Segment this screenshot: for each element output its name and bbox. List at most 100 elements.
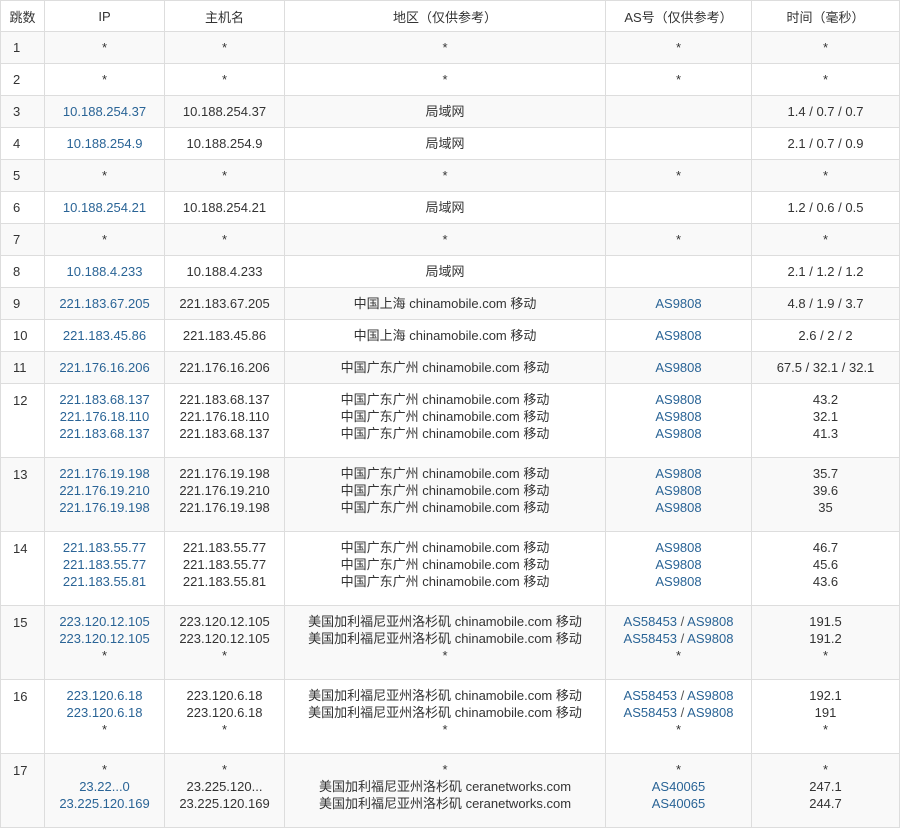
as-cell (605, 255, 752, 288)
hostname-cell: 10.188.254.37 (164, 95, 285, 128)
ip-link[interactable]: 23.22...0 (45, 778, 164, 795)
table-row: 9 221.183.67.205 221.183.67.205 中国上海 chinam… (0, 287, 900, 320)
hostname-cell: 10.188.4.233 (164, 255, 285, 288)
ip-link[interactable]: 223.120.12.105 (45, 630, 164, 647)
hostname-cell: 221.176.16.206 (164, 351, 285, 384)
as-link[interactable]: AS9808 (655, 483, 701, 498)
hostname-text: 221.176.19.198 (179, 500, 270, 515)
ip-cell: 223.120.6.18 223.120.6.18 * (44, 679, 165, 754)
as-link[interactable]: AS9808 (655, 392, 701, 407)
hostname-text: 221.176.18.110 (179, 409, 270, 424)
as-link[interactable]: AS9808 (655, 296, 701, 311)
time-text: * (822, 232, 829, 247)
ip-link[interactable]: 221.183.68.137 (45, 391, 164, 408)
region-cell: 中国上海 chinamobile.com 移动 (284, 287, 606, 320)
table-row: 2 * * * * * (0, 63, 900, 96)
region-text: * (442, 762, 448, 777)
hostname-text: * (221, 168, 228, 183)
region-text: 中国上海 chinamobile.com 移动 (353, 296, 537, 311)
ip-link[interactable]: 10.188.254.37 (45, 103, 164, 120)
as-line: * (606, 761, 751, 778)
ip-link[interactable]: 221.176.18.110 (45, 408, 164, 425)
as-line: AS9808 (606, 425, 751, 442)
ip-link[interactable]: 223.120.6.18 (45, 687, 164, 704)
header-region: 地区（仅供参考） (284, 0, 606, 32)
hostname-cell: * (164, 63, 285, 96)
ip-link[interactable]: 223.120.12.105 (45, 613, 164, 630)
ip-link[interactable]: 10.188.254.21 (45, 199, 164, 216)
ip-link[interactable]: 221.183.67.205 (45, 295, 164, 312)
time-text: 191.2 (809, 631, 842, 646)
as-link[interactable]: AS9808 (655, 574, 701, 589)
ip-link[interactable]: 221.183.45.86 (45, 327, 164, 344)
ip-link[interactable]: 221.176.16.206 (45, 359, 164, 376)
as-link[interactable]: AS58453 (624, 614, 678, 629)
as-link[interactable]: AS9808 (655, 360, 701, 375)
as-link[interactable]: AS40065 (652, 779, 706, 794)
as-link[interactable]: AS9808 (655, 409, 701, 424)
as-link[interactable]: AS40065 (652, 796, 706, 811)
header-time: 时间（毫秒） (751, 0, 900, 32)
as-text: * (675, 232, 682, 247)
as-link[interactable]: AS9808 (655, 426, 701, 441)
as-link[interactable]: AS9808 (687, 705, 733, 720)
time-text: 46.7 (812, 540, 839, 555)
ip-link[interactable]: 223.120.6.18 (45, 704, 164, 721)
hop-number: 4 (0, 127, 45, 160)
ip-link[interactable]: 10.188.254.9 (45, 135, 164, 152)
time-cell: 191.5 191.2 * (751, 605, 900, 680)
time-text: 43.2 (812, 392, 839, 407)
hostname-text: 223.120.12.105 (179, 631, 270, 646)
ip-cell: 221.183.67.205 (44, 287, 165, 320)
region-text: 美国加利福尼亚州洛杉矶 chinamobile.com 移动 (308, 614, 582, 629)
as-line: * (606, 71, 751, 88)
hostname-cell: 10.188.254.21 (164, 191, 285, 224)
region-cell: * 美国加利福尼亚州洛杉矶 ceranetworks.com 美国加利福尼亚州洛杉矶… (284, 753, 606, 828)
time-text: 244.7 (809, 796, 842, 811)
ip-text: * (101, 762, 108, 777)
ip-link[interactable]: 221.183.55.81 (45, 573, 164, 590)
time-cell: 2.6 / 2 / 2 (751, 319, 900, 352)
as-link[interactable]: AS9808 (655, 500, 701, 515)
ip-link[interactable]: 221.176.19.198 (45, 499, 164, 516)
time-text: 35.7 (812, 466, 839, 481)
as-link[interactable]: AS9808 (655, 466, 701, 481)
hostname-text: 221.183.68.137 (179, 392, 270, 407)
hostname-text: 221.176.19.210 (179, 483, 270, 498)
hostname-text: 223.120.6.18 (186, 688, 263, 703)
hop-number: 11 (0, 351, 45, 384)
hop-number: 15 (0, 605, 45, 680)
ip-link[interactable]: 221.176.19.198 (45, 465, 164, 482)
as-cell: * (605, 223, 752, 256)
time-text: 45.6 (812, 557, 839, 572)
as-link[interactable]: AS9808 (655, 328, 701, 343)
as-link[interactable]: AS58453 (624, 631, 678, 646)
ip-link[interactable]: 221.183.68.137 (45, 425, 164, 442)
ip-link[interactable]: 221.183.55.77 (45, 539, 164, 556)
ip-link[interactable]: 221.176.19.210 (45, 482, 164, 499)
table-row: 12 221.183.68.137 221.176.18.110 221.183.68… (0, 383, 900, 458)
as-link[interactable]: AS9808 (655, 557, 701, 572)
as-link[interactable]: AS9808 (687, 631, 733, 646)
ip-link[interactable]: 23.225.120.169 (45, 795, 164, 812)
ip-link[interactable]: 10.188.4.233 (45, 263, 164, 280)
as-link[interactable]: AS9808 (687, 688, 733, 703)
time-cell: 35.7 39.6 35 (751, 457, 900, 532)
region-text: 中国广东广州 chinamobile.com 移动 (340, 574, 550, 589)
hostname-text: 223.120.12.105 (179, 614, 270, 629)
as-link[interactable]: AS9808 (655, 540, 701, 555)
region-cell: 中国广东广州 chinamobile.com 移动 (284, 351, 606, 384)
as-link[interactable]: AS58453 (624, 688, 678, 703)
ip-cell: 10.188.254.9 (44, 127, 165, 160)
region-cell: 中国广东广州 chinamobile.com 移动 中国广东广州 chinamob… (284, 531, 606, 606)
region-text: * (442, 232, 448, 247)
hop-number: 1 (0, 31, 45, 64)
time-text: 32.1 (812, 409, 839, 424)
table-row: 5 * * * * * (0, 159, 900, 192)
hostname-text: * (221, 40, 228, 55)
as-link[interactable]: AS58453 (624, 705, 678, 720)
as-line: AS9808 (606, 573, 751, 590)
ip-link[interactable]: 221.183.55.77 (45, 556, 164, 573)
as-cell: AS9808 (605, 319, 752, 352)
as-link[interactable]: AS9808 (687, 614, 733, 629)
